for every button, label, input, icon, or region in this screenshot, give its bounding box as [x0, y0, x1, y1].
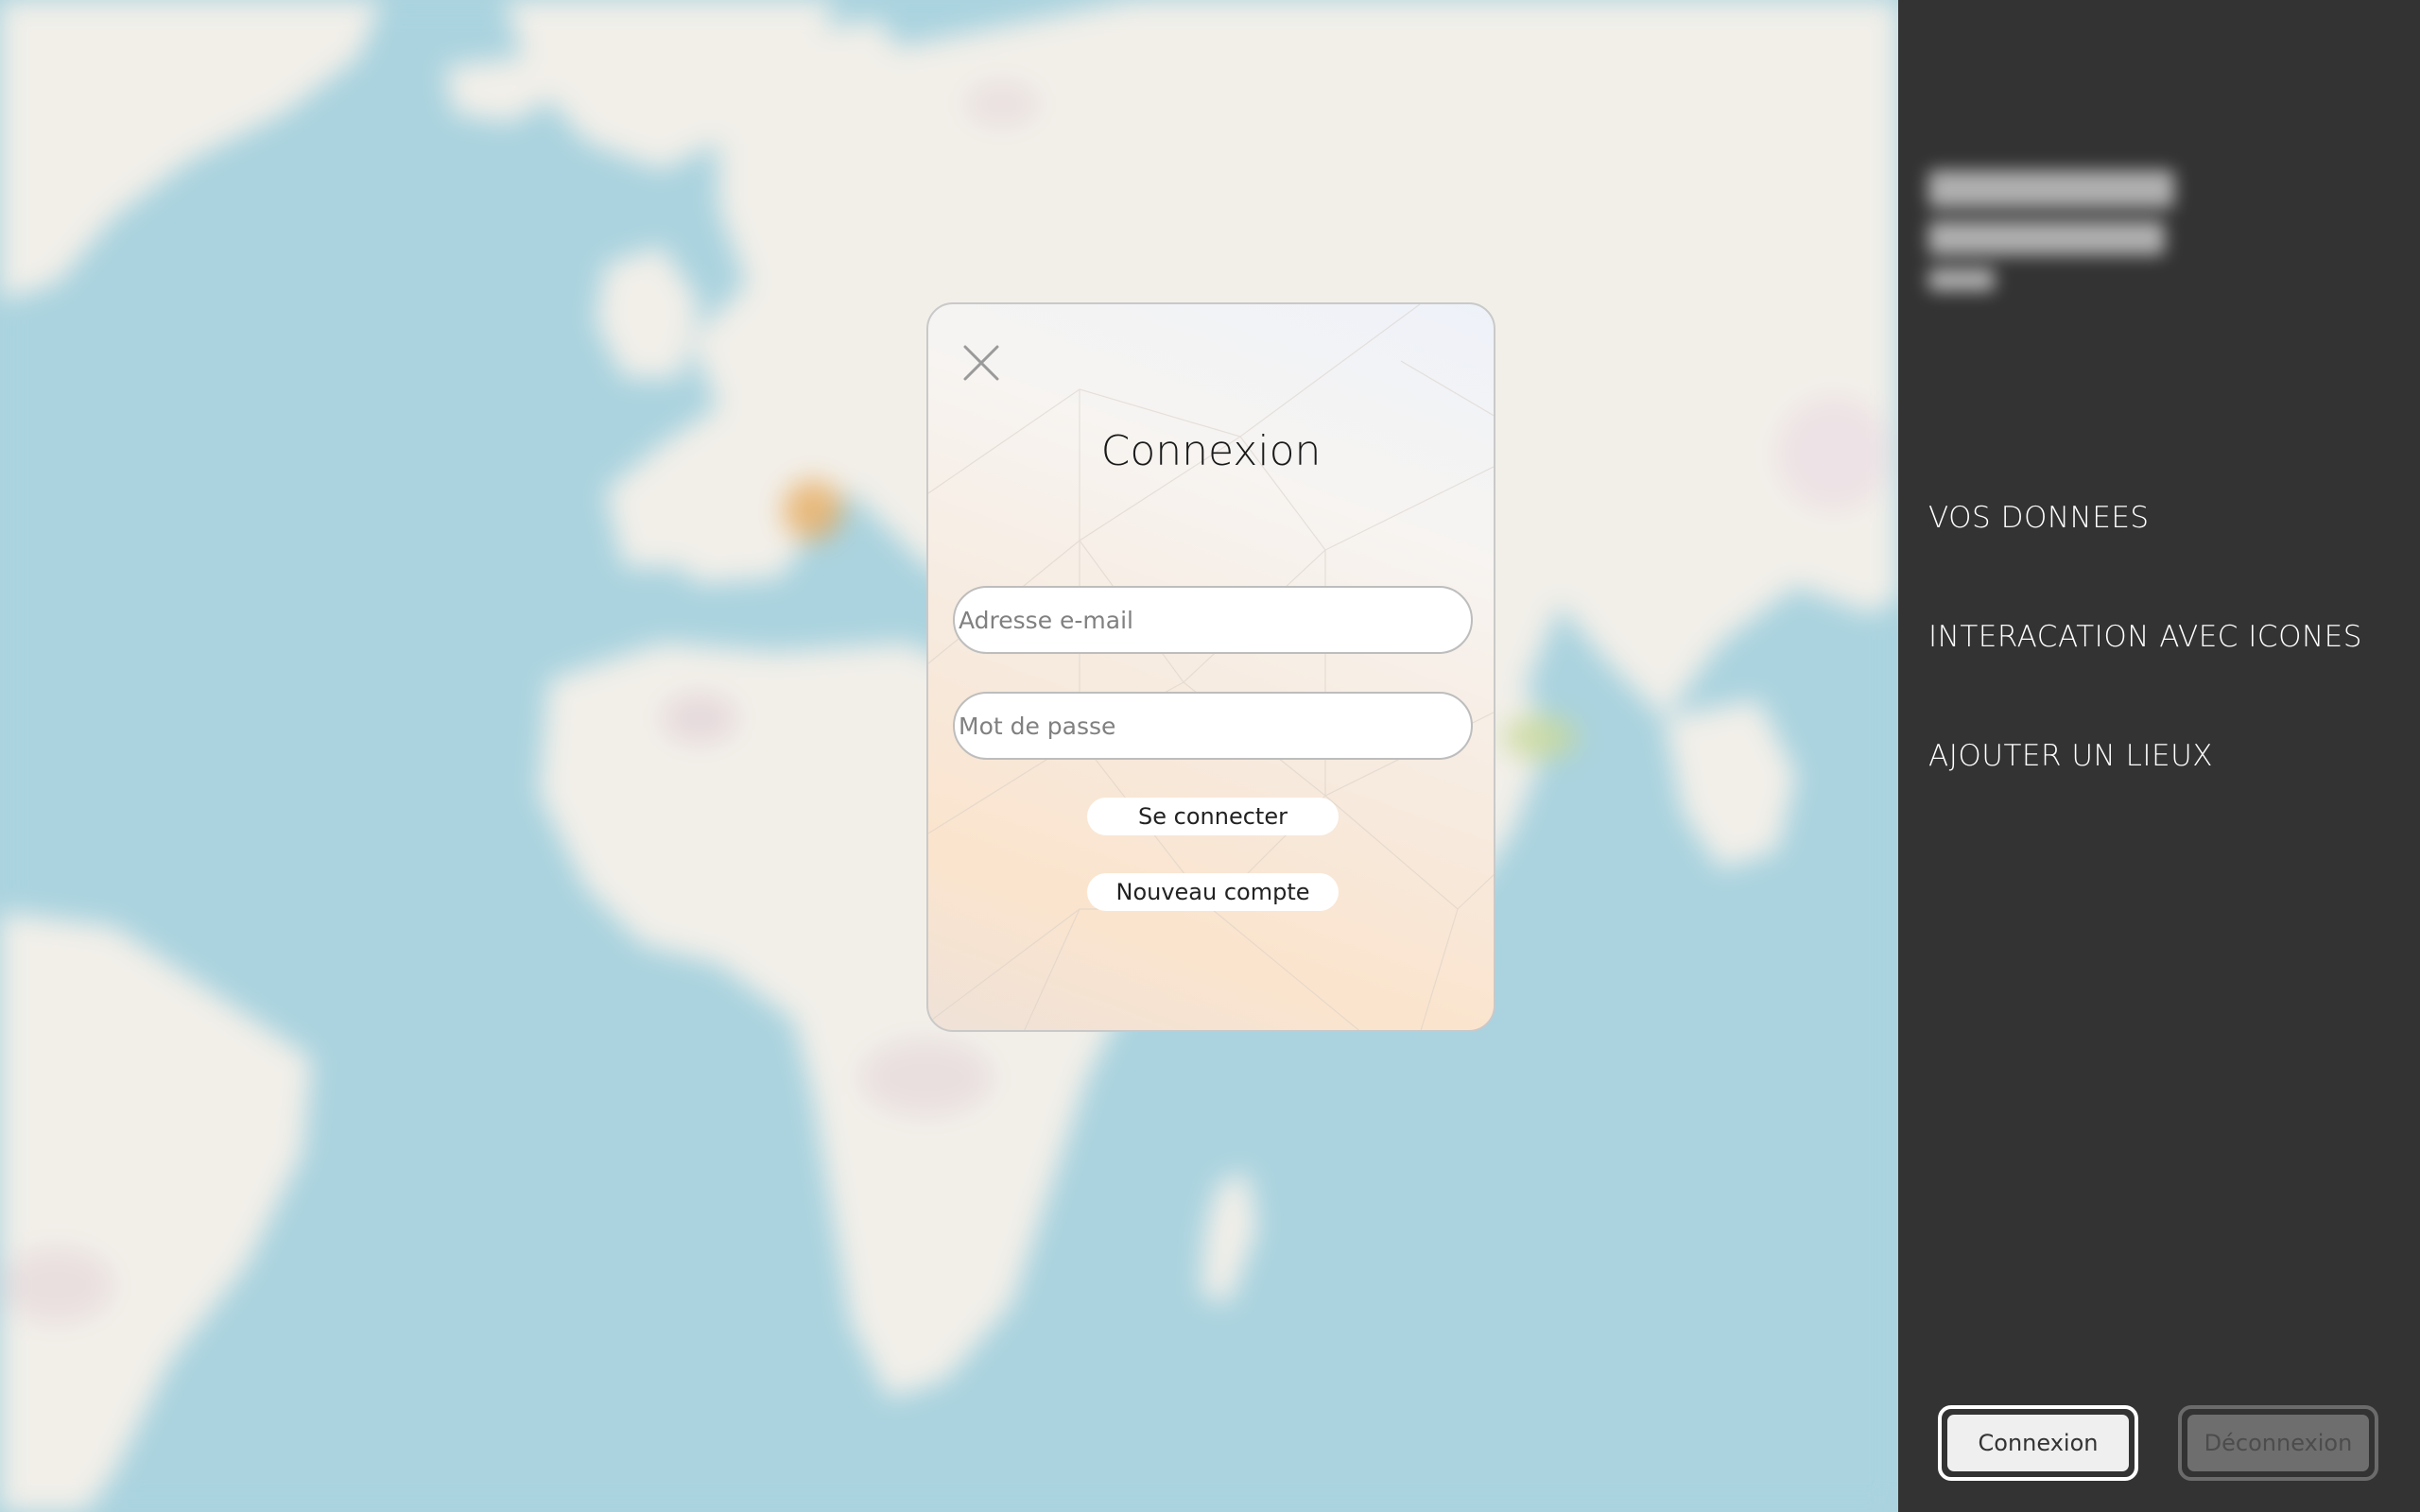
email-field[interactable] — [953, 586, 1473, 654]
menu-item-interaction-icones[interactable]: INTERACATION AVEC ICONES — [1928, 610, 2362, 730]
menu-item-ajouter-lieux[interactable]: AJOUTER UN LIEUX — [1928, 730, 2362, 849]
menu-item-vos-donnees[interactable]: VOS DONNEES — [1928, 491, 2362, 610]
modal-title: Connexion — [1100, 427, 1322, 475]
login-submit-button[interactable]: Se connecter — [1087, 798, 1339, 835]
new-account-label: Nouveau compte — [1115, 879, 1310, 905]
new-account-button[interactable]: Nouveau compte — [1087, 873, 1339, 911]
password-field[interactable] — [953, 692, 1473, 760]
login-modal: Connexion Se connecter Nouveau compte — [926, 302, 1495, 1032]
sidebar-logo — [1928, 170, 2193, 293]
sidebar-logout-label: Déconnexion — [2187, 1415, 2369, 1471]
login-submit-label: Se connecter — [1138, 803, 1288, 830]
sidebar-logout-button[interactable]: Déconnexion — [2178, 1405, 2378, 1481]
sidebar-login-button[interactable]: Connexion — [1938, 1405, 2138, 1481]
sidebar: VOS DONNEES INTERACATION AVEC ICONES AJO… — [1898, 0, 2420, 1512]
app-root: Connexion Se connecter Nouveau compte VO… — [0, 0, 2420, 1512]
sidebar-menu: VOS DONNEES INTERACATION AVEC ICONES AJO… — [1928, 491, 2362, 849]
modal-background-pattern — [928, 304, 1494, 1030]
close-icon[interactable] — [962, 344, 1000, 382]
sidebar-login-label: Connexion — [1947, 1415, 2129, 1471]
